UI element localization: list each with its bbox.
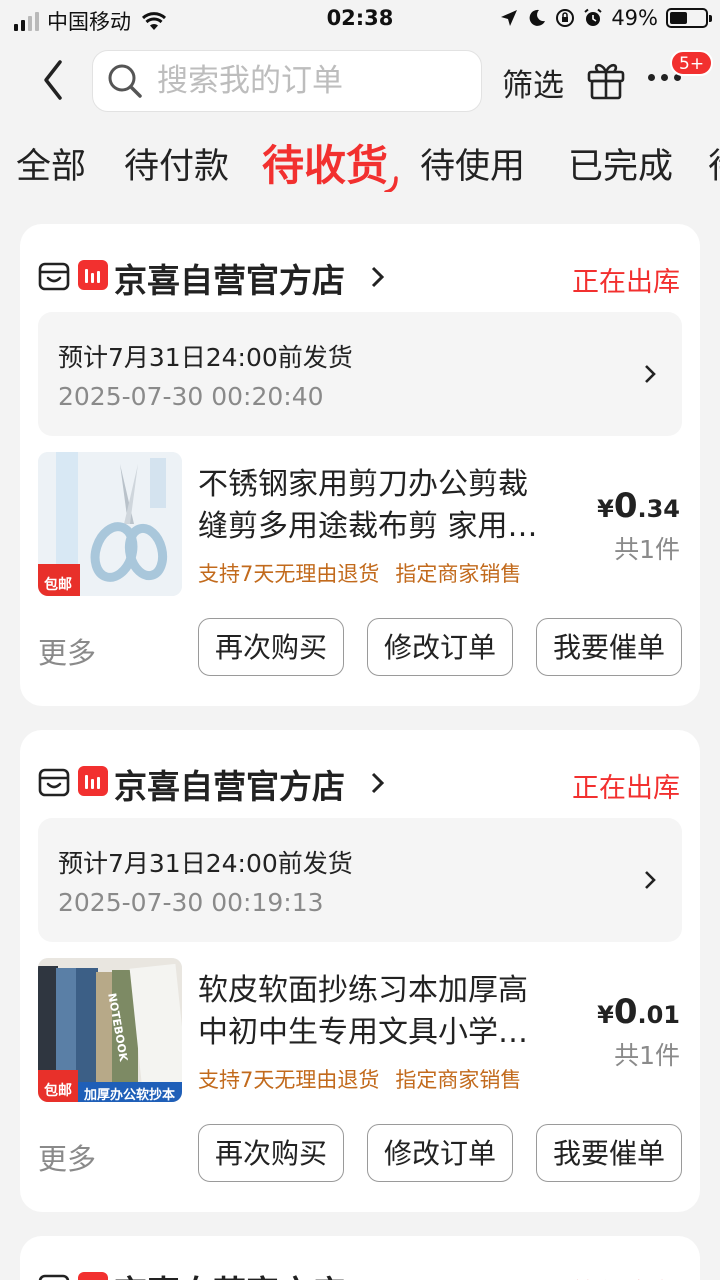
price-decimal: .34 — [637, 495, 680, 523]
order-card[interactable]: 京喜自营官方店 正在出库 预计7月31日24:00前发货 2025-07-30 … — [20, 224, 700, 706]
search-bar[interactable] — [92, 50, 482, 112]
item-quantity: 共1件 — [614, 1041, 680, 1070]
order-status: 正在出库 — [572, 267, 680, 298]
product-title-line: 不锈钢家用剪刀办公剪裁 — [198, 467, 528, 502]
price-integer: 0 — [613, 992, 638, 1032]
tab-pending-payment[interactable]: 待付款 — [124, 138, 229, 189]
shipping-info[interactable]: 预计7月31日24:00前发货 2025-07-30 00:19:13 — [38, 818, 682, 942]
product-title-line: 缝剪多用途裁布剪 家用… — [198, 509, 538, 544]
urge-order-button[interactable]: 我要催单 — [536, 618, 682, 676]
wifi-icon — [141, 12, 167, 30]
jingxi-logo-icon — [78, 1272, 108, 1280]
tag-return-policy: 支持7天无理由退货 — [198, 562, 380, 586]
buy-again-button[interactable]: 再次购买 — [198, 618, 344, 676]
thumbnail-caption: 加厚办公软抄本 — [84, 1088, 176, 1102]
price-currency: ¥ — [597, 495, 614, 523]
product-title-line: 软皮软面抄练习本加厚高 — [198, 973, 528, 1008]
urge-order-button[interactable]: 我要催单 — [536, 1124, 682, 1182]
buy-again-button[interactable]: 再次购买 — [198, 1124, 344, 1182]
tag-merchant: 指定商家销售 — [395, 1068, 522, 1092]
signal-icon — [14, 11, 39, 31]
free-shipping-label: 包邮 — [44, 1083, 72, 1099]
product-thumbnail[interactable]: 包邮 — [38, 452, 182, 596]
search-input[interactable] — [157, 63, 457, 99]
store-icon — [38, 262, 70, 291]
shipping-estimate: 预计7月31日24:00前发货 — [58, 343, 353, 372]
status-bar: 中国移动 02:38 49% — [0, 0, 720, 40]
free-shipping-label: 包邮 — [44, 577, 72, 593]
product-thumbnail[interactable]: NOTEBOOK 包邮 加厚办公软抄本 — [38, 958, 182, 1102]
service-tags: 支持7天无理由退货 指定商家销售 — [198, 558, 521, 588]
order-tabs: 全部 待付款 待收货 待使用 已完成 待 — [0, 132, 720, 192]
product-title[interactable]: 不锈钢家用剪刀办公剪裁 缝剪多用途裁布剪 家用… — [198, 464, 578, 548]
shipping-info[interactable]: 预计7月31日24:00前发货 2025-07-30 00:20:40 — [38, 312, 682, 436]
battery-icon — [666, 8, 712, 28]
product-price: ¥0.01 — [597, 992, 680, 1032]
store-icon — [38, 768, 70, 797]
location-icon — [501, 10, 518, 26]
tag-merchant: 指定商家销售 — [395, 562, 522, 586]
service-tags: 支持7天无理由退货 指定商家销售 — [198, 1064, 521, 1094]
price-currency: ¥ — [597, 1001, 614, 1029]
tag-return-policy: 支持7天无理由退货 — [198, 1068, 380, 1092]
lock-rotation-icon — [556, 9, 575, 27]
modify-order-button[interactable]: 修改订单 — [367, 618, 513, 676]
more-actions-link[interactable]: 更多 — [38, 1136, 96, 1178]
battery-percent: 49% — [611, 6, 658, 30]
price-integer: 0 — [613, 486, 638, 526]
alarm-icon — [584, 8, 602, 26]
store-icon — [38, 1274, 70, 1280]
chevron-right-icon — [645, 365, 656, 383]
shop-name[interactable]: 京喜自营官方店 — [114, 1266, 345, 1280]
order-card[interactable]: 京喜自营官方店 等待发货 — [20, 1236, 700, 1280]
order-status: 等待发货 — [572, 1272, 680, 1280]
chevron-right-icon — [371, 772, 385, 794]
jingxi-logo-icon — [78, 766, 108, 796]
more-actions-link[interactable]: 更多 — [38, 630, 96, 672]
tab-pending-receipt[interactable]: 待收货 — [262, 132, 388, 192]
modify-order-button[interactable]: 修改订单 — [367, 1124, 513, 1182]
chevron-right-icon — [371, 266, 385, 288]
jingxi-logo-icon — [78, 260, 108, 290]
item-quantity: 共1件 — [614, 535, 680, 564]
tab-pending-use[interactable]: 待使用 — [420, 138, 525, 189]
order-card[interactable]: 京喜自营官方店 正在出库 预计7月31日24:00前发货 2025-07-30 … — [20, 730, 700, 1212]
moon-icon — [529, 9, 546, 26]
order-time: 2025-07-30 00:20:40 — [58, 382, 324, 411]
carrier-label: 中国移动 — [47, 10, 131, 34]
product-title[interactable]: 软皮软面抄练习本加厚高 中初中生专用文具小学… — [198, 970, 578, 1054]
tab-more[interactable]: 待 — [708, 138, 720, 189]
tab-all[interactable]: 全部 — [16, 138, 86, 189]
active-tab-indicator — [384, 176, 398, 192]
search-icon — [108, 64, 142, 98]
header: 筛选 — [0, 46, 720, 116]
tab-completed[interactable]: 已完成 — [568, 138, 673, 189]
back-icon[interactable] — [36, 58, 70, 102]
order-status: 正在出库 — [572, 773, 680, 804]
product-price: ¥0.34 — [597, 486, 680, 526]
gift-icon[interactable] — [586, 60, 626, 100]
product-title-line: 中初中生专用文具小学… — [198, 1015, 528, 1050]
chevron-right-icon — [645, 871, 656, 889]
filter-button[interactable]: 筛选 — [502, 60, 564, 105]
shop-name[interactable]: 京喜自营官方店 — [114, 254, 345, 302]
shop-name[interactable]: 京喜自营官方店 — [114, 760, 345, 808]
order-time: 2025-07-30 00:19:13 — [58, 888, 324, 917]
shipping-estimate: 预计7月31日24:00前发货 — [58, 849, 353, 878]
more-icon[interactable] — [648, 74, 692, 94]
price-decimal: .01 — [637, 1001, 680, 1029]
notification-badge: 5+ — [670, 50, 714, 76]
